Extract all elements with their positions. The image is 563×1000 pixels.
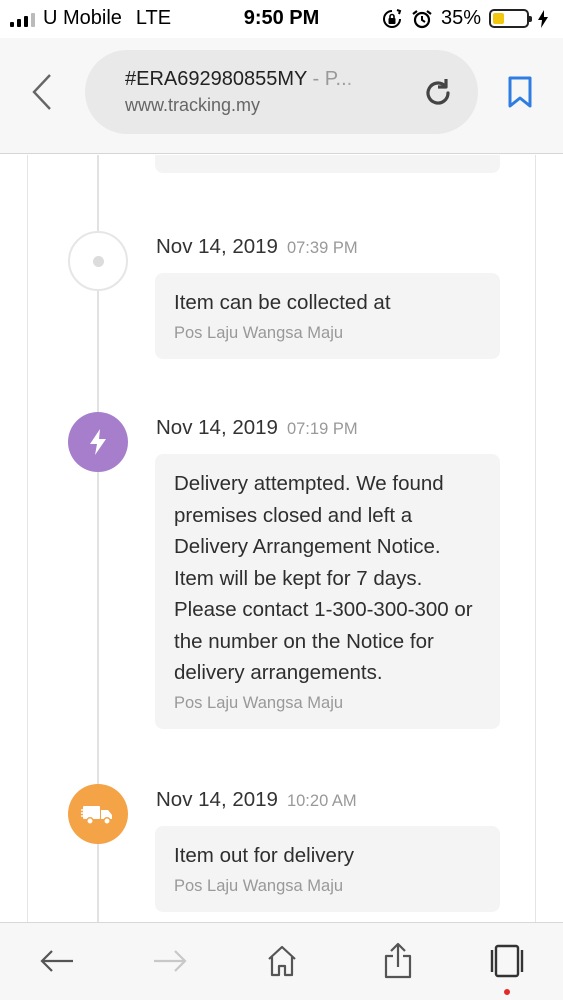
browser-header: #ERA692980855MY - P... www.tracking.my [0,38,563,154]
charging-bolt-icon [538,9,548,28]
home-icon[interactable] [262,941,302,981]
event-date: Nov 14, 2019 [156,235,278,258]
timeline-card-partial [155,155,500,173]
page-title-suffix: - P... [307,68,353,90]
battery-icon [489,9,532,28]
tabs-icon[interactable] [487,941,527,981]
event-header: Nov 14, 2019 07:39 PM [156,235,358,259]
forward-arrow-icon[interactable] [150,941,190,981]
event-time: 07:19 PM [286,420,358,438]
event-date: Nov 14, 2019 [156,416,278,439]
url-host: www.tracking.my [125,95,261,115]
browser-toolbar [0,922,563,1000]
back-arrow-icon[interactable] [37,941,77,981]
share-icon[interactable] [378,941,418,981]
back-chevron-icon[interactable] [22,70,62,114]
event-message: Item out for delivery [174,844,355,867]
event-location: Pos Laju Wangsa Maju [174,693,344,712]
notification-dot [504,989,510,995]
event-card: Item can be collected at Pos Laju Wangsa… [155,273,500,359]
event-date: Nov 14, 2019 [156,788,278,811]
empty-dot-icon [68,231,128,291]
carrier-name: U Mobile [43,7,122,29]
status-bar: U Mobile LTE 9:50 PM 35% [0,0,563,38]
network-type: LTE [135,7,172,29]
rotation-lock-icon [383,8,402,28]
frame-divider-left [27,155,28,922]
event-location: Pos Laju Wangsa Maju [174,876,344,895]
event-header: Nov 14, 2019 10:20 AM [156,788,357,812]
lightning-icon [68,412,128,472]
signal-icon [10,11,35,27]
frame-divider-right [535,155,536,922]
alarm-icon [412,9,432,28]
event-card: Item out for delivery Pos Laju Wangsa Ma… [155,826,500,912]
bookmark-icon[interactable] [500,72,540,112]
event-header: Nov 14, 2019 07:19 PM [156,416,358,440]
event-time: 10:20 AM [286,792,357,810]
reload-icon[interactable] [421,76,455,110]
battery-percent: 35% [440,7,481,29]
event-message: Item can be collected at [174,291,391,314]
event-message: Delivery attempted. We found premises cl… [174,472,473,684]
event-time: 07:39 PM [286,239,358,257]
tracking-number: #ERA692980855MY [125,68,307,90]
page-title: #ERA692980855MY - P... [125,68,380,91]
tracking-timeline: Nov 14, 2019 07:39 PM Item can be collec… [0,155,563,922]
delivery-truck-icon [68,784,128,844]
event-location: Pos Laju Wangsa Maju [174,323,344,342]
address-bar[interactable]: #ERA692980855MY - P... www.tracking.my [85,50,478,134]
event-card: Delivery attempted. We found premises cl… [155,454,500,729]
